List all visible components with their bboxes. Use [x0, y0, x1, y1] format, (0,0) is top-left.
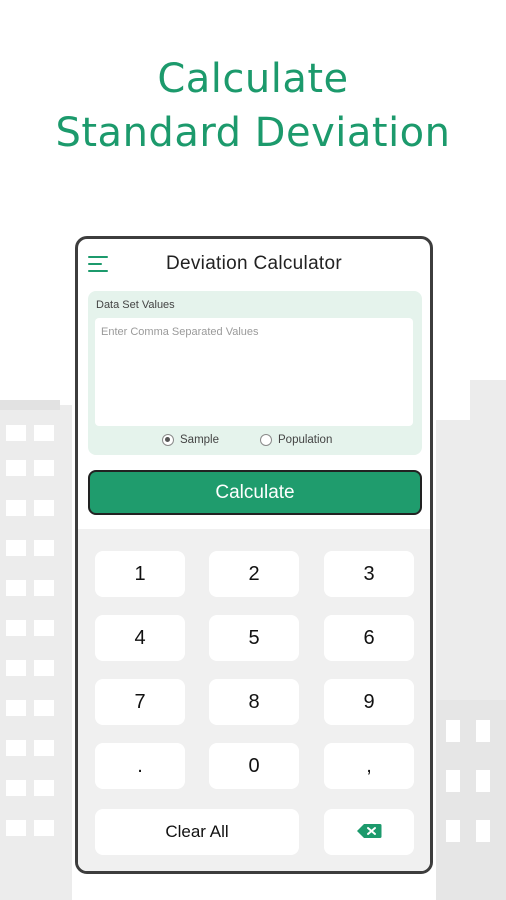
- sample-radio-label: Sample: [180, 434, 219, 446]
- key-7[interactable]: 7: [95, 679, 185, 725]
- keypad: 1 2 3 4 5 6 7 8 9 . 0 , Clear All: [78, 529, 430, 871]
- data-set-label: Data Set Values: [96, 299, 175, 311]
- app-bar: Deviation Calculator: [78, 239, 430, 289]
- key-1[interactable]: 1: [95, 551, 185, 597]
- key-decimal[interactable]: .: [95, 743, 185, 789]
- key-0[interactable]: 0: [209, 743, 299, 789]
- clear-all-button[interactable]: Clear All: [95, 809, 299, 855]
- app-title: Deviation Calculator: [165, 253, 343, 274]
- key-comma[interactable]: ,: [324, 743, 414, 789]
- data-set-input[interactable]: [95, 318, 413, 426]
- calculate-button[interactable]: Calculate: [88, 470, 422, 515]
- key-2[interactable]: 2: [209, 551, 299, 597]
- phone-frame: Deviation Calculator Data Set Values Sam…: [75, 236, 433, 874]
- promo-headline: Calculate Standard Deviation: [0, 52, 506, 160]
- radio-unselected-icon: [260, 434, 272, 446]
- sample-radio[interactable]: Sample: [162, 434, 219, 446]
- mode-radio-group: Sample Population: [88, 434, 422, 450]
- population-radio-label: Population: [278, 434, 333, 446]
- backspace-button[interactable]: [324, 809, 414, 855]
- headline-line-2: Standard Deviation: [55, 110, 451, 156]
- population-radio[interactable]: Population: [260, 434, 332, 446]
- headline-line-1: Calculate: [157, 56, 349, 102]
- key-5[interactable]: 5: [209, 615, 299, 661]
- key-4[interactable]: 4: [95, 615, 185, 661]
- radio-selected-icon: [162, 434, 174, 446]
- key-3[interactable]: 3: [324, 551, 414, 597]
- data-set-card: Data Set Values Sample Population: [88, 291, 422, 455]
- key-9[interactable]: 9: [324, 679, 414, 725]
- key-6[interactable]: 6: [324, 615, 414, 661]
- backspace-icon: [357, 824, 382, 839]
- key-8[interactable]: 8: [209, 679, 299, 725]
